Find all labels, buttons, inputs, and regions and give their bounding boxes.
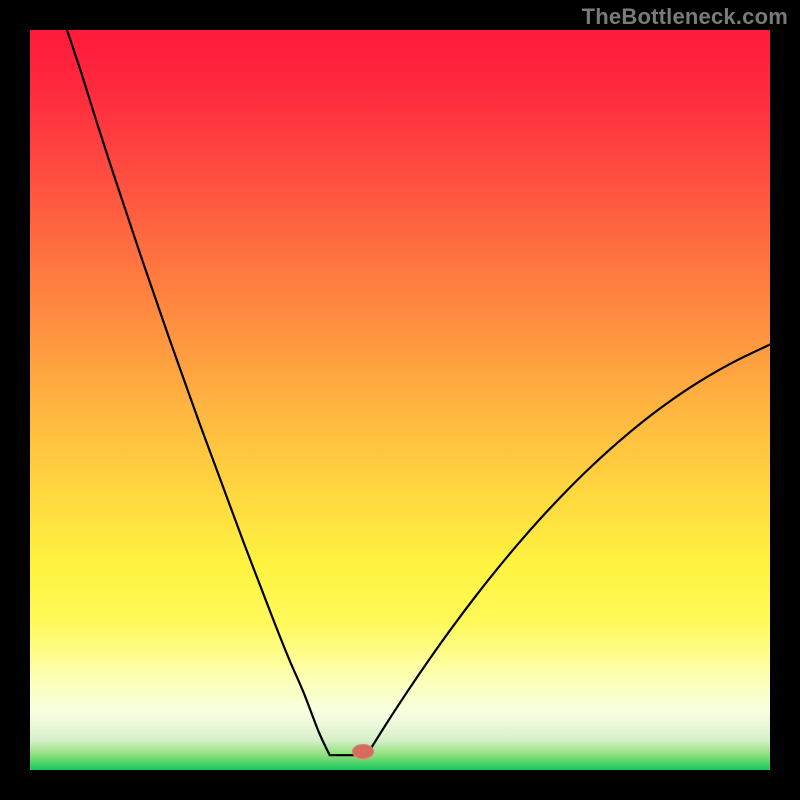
optimal-marker — [352, 744, 374, 759]
watermark-text: TheBottleneck.com — [582, 4, 788, 30]
bottleneck-curve — [30, 30, 770, 770]
chart-frame: TheBottleneck.com — [0, 0, 800, 800]
curve-path — [67, 30, 770, 755]
